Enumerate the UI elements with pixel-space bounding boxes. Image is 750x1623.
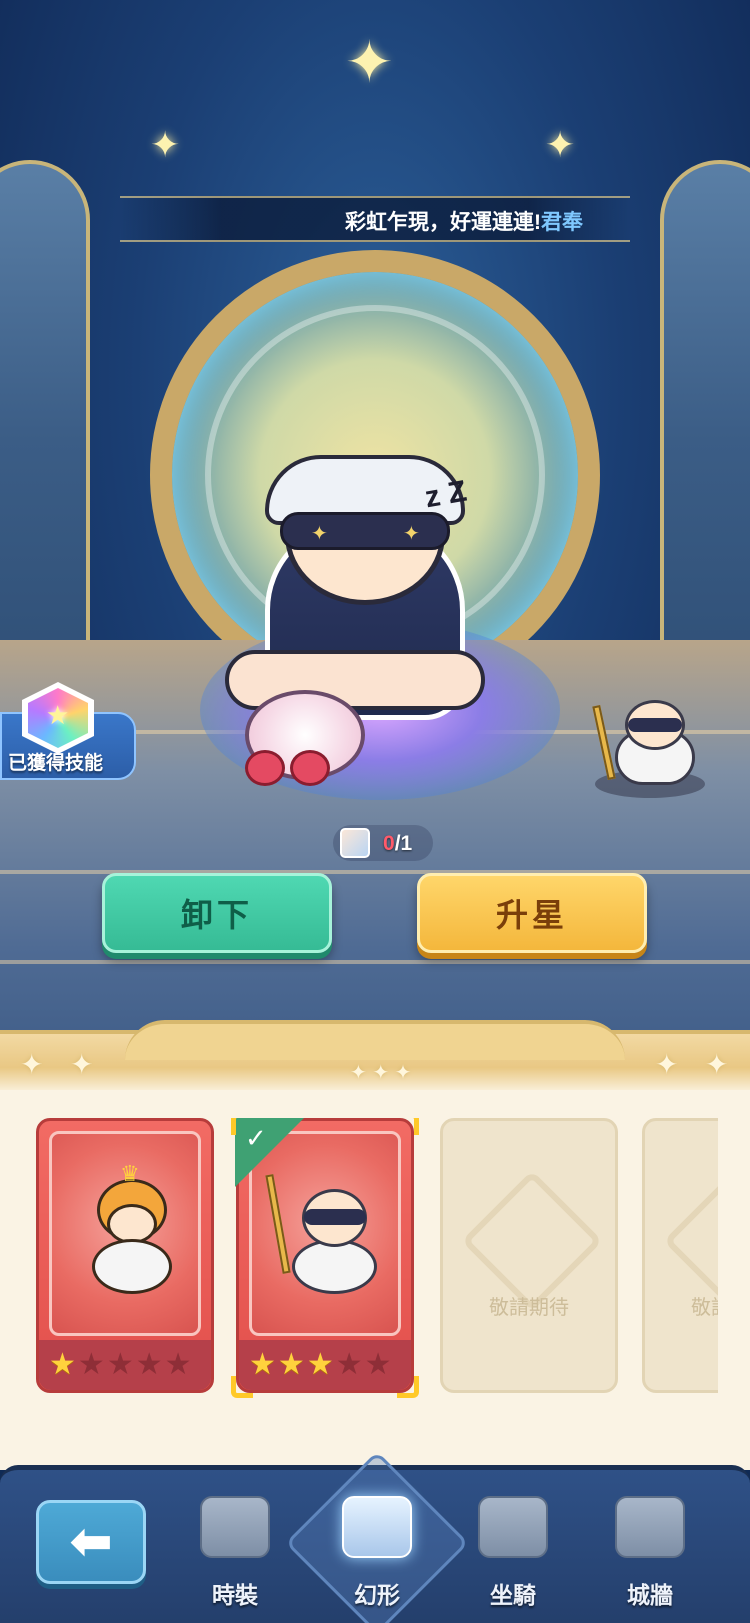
- card-sleep-mask: [304, 1209, 366, 1225]
- card-character-body: [292, 1239, 377, 1294]
- sparkle-icon: ✦: [150, 125, 181, 166]
- castle-wall-icon: [615, 1496, 685, 1558]
- fragment-count: 0/1: [383, 832, 412, 856]
- card-star-rating: ★ ★ ★ ★ ★: [239, 1340, 411, 1390]
- card-portrait: ♛: [49, 1131, 201, 1336]
- star-filled-icon: ★: [249, 1347, 276, 1382]
- tab-label: 幻形: [354, 1582, 400, 1608]
- sleep-z-icon: z Z: [422, 474, 470, 515]
- star-filled-icon: ★: [277, 1347, 305, 1382]
- sparkle-icon: ✦: [655, 1049, 679, 1080]
- transform-icon: [342, 1496, 412, 1558]
- announcement-banner: 彩虹乍現，好運連連!君奉: [120, 196, 630, 242]
- star-filled-icon: ★: [306, 1347, 334, 1382]
- mount-icon: [478, 1496, 548, 1558]
- back-arrow-icon: ⬅: [69, 1512, 113, 1572]
- mask-star-icon: ✦: [311, 523, 328, 545]
- transform-card-list[interactable]: ♛ ★★★★★ ★★★★★ ✓ 敬請期待 敬請期待: [0, 1118, 718, 1403]
- unequip-button[interactable]: 卸下: [102, 873, 332, 953]
- tab-castle-wall[interactable]: 城牆: [595, 1490, 705, 1610]
- selection-corner: [231, 1376, 253, 1398]
- left-pillar: [0, 160, 90, 720]
- tab-label: 坐騎: [490, 1582, 536, 1608]
- crown-icon: ♛: [120, 1162, 140, 1187]
- tab-label: 時裝: [212, 1582, 258, 1608]
- sleep-mask: ✦ ✦: [280, 512, 450, 550]
- transform-card-coming-soon: 敬請期待: [440, 1118, 618, 1393]
- coming-soon-label: 敬請期待: [489, 1297, 569, 1319]
- back-button[interactable]: ⬅: [36, 1500, 146, 1584]
- fragment-required: /1: [394, 832, 413, 855]
- star-filled-icon: ★: [49, 1347, 76, 1382]
- mask-star-icon: ✦: [403, 523, 420, 545]
- tab-transform[interactable]: 幻形: [322, 1490, 432, 1610]
- mini-preview-character[interactable]: [595, 690, 705, 790]
- coming-soon-label: 敬請期待: [691, 1297, 718, 1319]
- boxing-glove-icon: [290, 750, 330, 786]
- star-empty-icon: ★: [106, 1347, 134, 1382]
- fragment-owned: 0: [383, 832, 395, 855]
- transform-card-sleepy-star[interactable]: ★ ★ ★ ★ ★ ✓: [231, 1118, 419, 1398]
- selection-corner: [397, 1118, 419, 1135]
- star-empty-icon: ★: [135, 1347, 163, 1382]
- star-wand-icon: [265, 1174, 291, 1274]
- star-empty-icon: ★: [77, 1347, 105, 1382]
- fragment-icon: [340, 828, 370, 858]
- sparkle-icon: ✦: [705, 1049, 729, 1080]
- boxing-glove-icon: [245, 750, 285, 786]
- sparkle-icon: ✦: [70, 1049, 94, 1080]
- sparkle-icon: ✦: [545, 125, 576, 166]
- card-portrait: [249, 1131, 401, 1336]
- card-star-rating: ★ ★ ★ ★ ★: [39, 1340, 211, 1390]
- announcement-text: 彩虹乍現，好運連連!君奉: [345, 211, 583, 234]
- tab-outfit[interactable]: 時裝: [180, 1490, 290, 1610]
- outfit-icon: [200, 1496, 270, 1558]
- divider-arch: [125, 1020, 625, 1060]
- announcement-highlight: 君奉: [541, 211, 583, 234]
- sparkle-icon: ✦ ✦ ✦: [350, 1062, 412, 1084]
- transform-card-coming-soon: 敬請期待: [642, 1118, 718, 1393]
- right-pillar: [660, 160, 750, 720]
- transform-card-king-cat[interactable]: ♛ ★ ★ ★ ★ ★: [36, 1118, 214, 1393]
- selection-corner: [231, 1118, 253, 1135]
- selection-corner: [397, 1376, 419, 1398]
- upgrade-star-button[interactable]: 升星: [417, 873, 647, 953]
- sparkle-icon: ✦: [20, 1049, 44, 1080]
- acquired-skill-label: 已獲得技能: [8, 753, 104, 774]
- tab-mount[interactable]: 坐騎: [458, 1490, 568, 1610]
- card-character-face: [107, 1204, 157, 1244]
- star-empty-icon: ★: [364, 1347, 392, 1382]
- tab-label: 城牆: [627, 1582, 673, 1608]
- skill-star-icon: ★: [46, 700, 70, 730]
- star-empty-icon: ★: [335, 1347, 363, 1382]
- card-character-body: [92, 1239, 172, 1294]
- sparkle-icon: ✦: [345, 28, 394, 96]
- star-empty-icon: ★: [164, 1347, 192, 1382]
